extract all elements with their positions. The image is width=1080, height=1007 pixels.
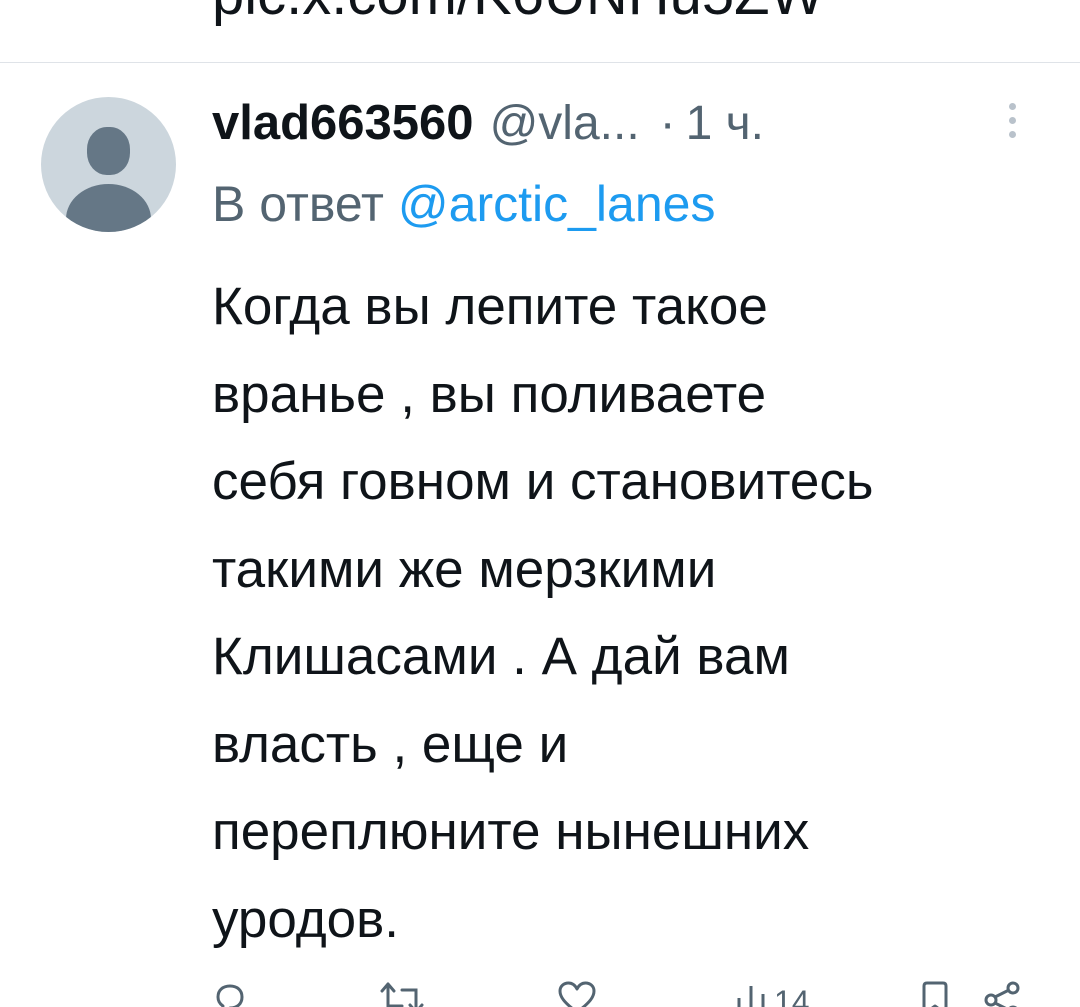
tweet-text: Когда вы лепите такое вранье , вы полива… [212,277,874,949]
avatar[interactable] [41,97,176,232]
tweet-header: vlad663560 @vla... · 1 ч. [212,88,764,158]
header-separator: · [659,96,676,150]
previous-tweet-link[interactable]: pic.x.com/K6UNHu5ZW [0,0,1080,62]
tweet-timestamp[interactable]: 1 ч. [686,96,764,151]
reply-context-prefix: В ответ [212,176,384,232]
reply-icon [216,984,244,1007]
reply-to-handle-link[interactable]: @arctic_lanes [398,176,716,232]
views-count: 14 [774,984,810,1007]
previous-tweet-link-text[interactable]: pic.x.com/K6UNHu5ZW [212,0,824,30]
tweet-divider [0,62,1080,63]
author-display-name[interactable]: vlad663560 [212,95,474,151]
default-avatar-body-icon [66,184,151,232]
tweet-action-bar: 14 [212,980,1032,1007]
more-options-icon[interactable] [1005,103,1019,147]
retweet-icon [380,982,424,1007]
heart-icon [558,981,596,1007]
share-icon [984,981,1020,1007]
retweet-button[interactable] [380,980,424,1007]
views-button[interactable]: 14 [734,980,810,1007]
reply-context: В ответ @arctic_lanes [212,168,715,240]
share-button[interactable] [982,980,1022,1007]
reply-button[interactable] [212,980,248,1007]
default-avatar-head-icon [87,127,130,175]
views-icon [737,986,765,1007]
like-button[interactable] [557,980,597,1007]
bookmark-button[interactable] [920,980,950,1007]
author-handle[interactable]: @vla... [490,96,640,151]
bookmark-icon [922,981,948,1007]
